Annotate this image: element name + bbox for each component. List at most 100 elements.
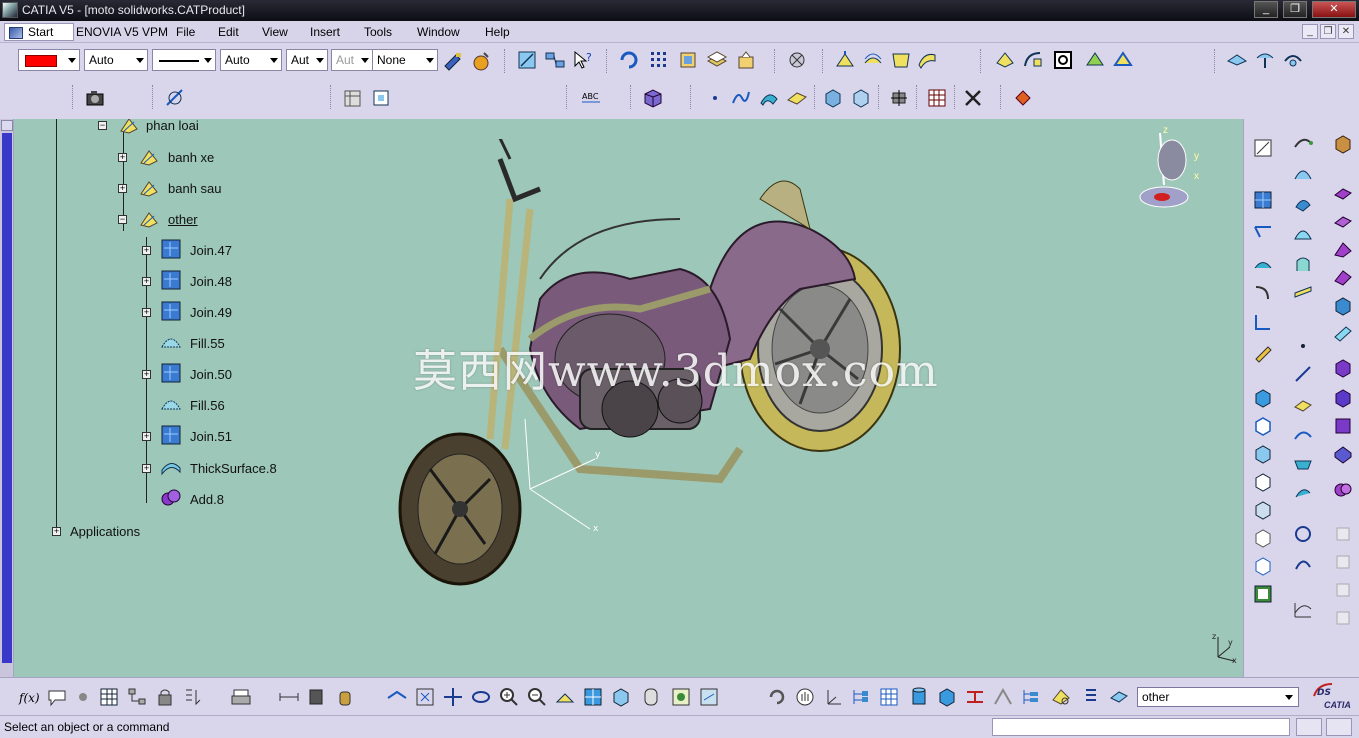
- line-type-select[interactable]: Auto: [220, 49, 282, 71]
- tree-node-banh-sau[interactable]: + banh sau: [118, 178, 318, 200]
- catalog-icon[interactable]: [678, 49, 700, 71]
- solid-combine-icon[interactable]: [1332, 387, 1354, 409]
- maximize-button[interactable]: ❐: [1283, 1, 1307, 18]
- define-in-work-object-icon[interactable]: [1108, 686, 1130, 708]
- move-part-icon[interactable]: [888, 87, 910, 109]
- doc-close-button[interactable]: ✕: [1338, 24, 1354, 39]
- apply-material-icon[interactable]: [1012, 87, 1034, 109]
- painter-icon[interactable]: [442, 50, 464, 72]
- hide-show-icon[interactable]: [670, 686, 692, 708]
- connect-curve-icon[interactable]: [1292, 553, 1314, 575]
- helix-icon[interactable]: [1292, 163, 1314, 185]
- arc-icon[interactable]: [1252, 253, 1274, 275]
- minimize-button[interactable]: _: [1254, 1, 1278, 18]
- circle-icon[interactable]: [1292, 523, 1314, 545]
- pad-icon[interactable]: [1332, 133, 1354, 155]
- doc-minimize-button[interactable]: _: [1302, 24, 1318, 39]
- capture-camera-icon[interactable]: [84, 87, 106, 109]
- assembly-constraints-icon[interactable]: [544, 49, 566, 71]
- disabled-tool-3-icon[interactable]: [1332, 579, 1354, 601]
- curve-tool-icon[interactable]: [1252, 281, 1274, 303]
- 3d-viewport[interactable]: − phan loai + banh xe + banh sau − other…: [0, 119, 1243, 677]
- tree-node-fill-55[interactable]: Fill.55: [142, 333, 342, 355]
- extrude-icon[interactable]: [834, 49, 856, 71]
- frame-icon[interactable]: [370, 87, 392, 109]
- zoom-out-icon[interactable]: [526, 686, 548, 708]
- cube-icon[interactable]: [936, 686, 958, 708]
- command-input[interactable]: [992, 718, 1290, 736]
- tree-expand-icon[interactable]: [850, 686, 872, 708]
- disabled-tool-4-icon[interactable]: [1332, 607, 1354, 629]
- rib-icon[interactable]: [1332, 295, 1354, 317]
- color-select[interactable]: [18, 49, 80, 71]
- multisection-surface-icon[interactable]: [916, 49, 938, 71]
- curve-icon[interactable]: [730, 87, 752, 109]
- groove-icon[interactable]: [1332, 239, 1354, 261]
- scroll-up-arrow[interactable]: [1, 120, 13, 131]
- tree-node-join-48[interactable]: + Join.48: [142, 270, 342, 293]
- point-tool-icon[interactable]: [1292, 335, 1314, 357]
- blend-icon[interactable]: [994, 49, 1016, 71]
- disabled-tool-2-icon[interactable]: [1332, 551, 1354, 573]
- slot-icon[interactable]: [1332, 323, 1354, 345]
- tree-node-other[interactable]: − other: [118, 209, 318, 231]
- point-symbol-select[interactable]: Aut: [286, 49, 328, 71]
- walk-icon[interactable]: [1254, 49, 1276, 71]
- menu-file[interactable]: File: [176, 25, 195, 39]
- spec-tree-icon[interactable]: [1020, 686, 1042, 708]
- update-icon[interactable]: [618, 49, 640, 71]
- tree-node-banh-xe[interactable]: + banh xe: [118, 147, 318, 169]
- sketcher-icon[interactable]: [516, 49, 538, 71]
- grid-pattern-icon[interactable]: [1252, 189, 1274, 211]
- transparency-select[interactable]: Auto: [84, 49, 148, 71]
- box-frame-icon[interactable]: [1252, 499, 1274, 521]
- multi-view-icon[interactable]: [582, 686, 604, 708]
- menu-insert[interactable]: Insert: [310, 25, 340, 39]
- point-icon[interactable]: [704, 87, 726, 109]
- turn-head-icon[interactable]: [1282, 49, 1304, 71]
- rendering-style-select[interactable]: Aut: [331, 49, 373, 71]
- hole-icon[interactable]: [1332, 267, 1354, 289]
- boolean-icon[interactable]: [1332, 479, 1354, 501]
- axis-system-icon[interactable]: [822, 686, 844, 708]
- text-abc-icon[interactable]: ABC: [580, 87, 602, 109]
- grid-icon[interactable]: [648, 49, 670, 71]
- tree-node-join-50[interactable]: + Join.50: [142, 363, 342, 386]
- zoom-in-icon[interactable]: [498, 686, 520, 708]
- image-icon[interactable]: [1252, 583, 1274, 605]
- save-management-icon[interactable]: [736, 49, 758, 71]
- intersection-icon[interactable]: [1292, 451, 1314, 473]
- whats-this-icon[interactable]: ?: [572, 49, 594, 71]
- layers-icon[interactable]: [706, 49, 728, 71]
- reorder-icon[interactable]: [182, 686, 204, 708]
- tree-scrollbar[interactable]: [0, 119, 14, 677]
- line-icon[interactable]: [1292, 363, 1314, 385]
- status-button-2[interactable]: [1326, 718, 1352, 736]
- layer-select[interactable]: None: [372, 49, 438, 71]
- box-wire-icon[interactable]: [1252, 527, 1274, 549]
- analysis-icon[interactable]: [164, 87, 186, 109]
- lock-icon[interactable]: [154, 686, 176, 708]
- fit-all-icon[interactable]: [414, 686, 436, 708]
- cylinder-icon[interactable]: [908, 686, 930, 708]
- box-split-icon[interactable]: [1252, 443, 1274, 465]
- iso-view-icon[interactable]: [610, 686, 632, 708]
- solid-alt-icon[interactable]: [850, 87, 872, 109]
- plane-icon[interactable]: [786, 87, 808, 109]
- catia-app-icon[interactable]: [2, 2, 18, 18]
- offset-icon[interactable]: [1292, 281, 1314, 303]
- multi-pad-icon[interactable]: [1332, 415, 1354, 437]
- tree-node-phan-loai[interactable]: − phan loai: [98, 119, 298, 137]
- stiffener-icon[interactable]: [1332, 357, 1354, 379]
- tree-node-join-51[interactable]: + Join.51: [142, 425, 342, 448]
- menu-view[interactable]: View: [262, 25, 288, 39]
- thick-surface-tool-icon[interactable]: [1332, 443, 1354, 465]
- shading-icon[interactable]: [640, 686, 662, 708]
- plane-tool-icon[interactable]: [1292, 393, 1314, 415]
- pocket-icon[interactable]: [1332, 183, 1354, 205]
- menu-window[interactable]: Window: [417, 25, 460, 39]
- box-intersect-icon[interactable]: [1252, 471, 1274, 493]
- surface-icon[interactable]: [758, 87, 780, 109]
- print-icon[interactable]: [230, 686, 252, 708]
- parallel-curve-icon[interactable]: [1292, 481, 1314, 503]
